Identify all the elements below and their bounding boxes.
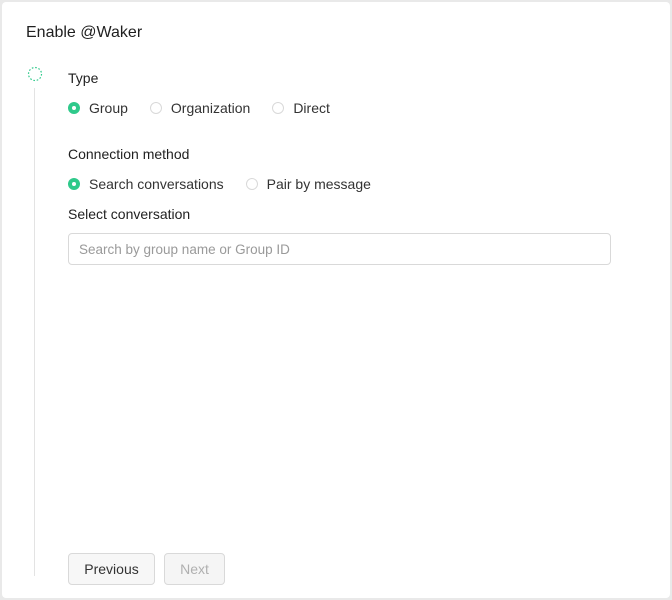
conversation-search-input[interactable]: [68, 233, 611, 265]
previous-button[interactable]: Previous: [68, 553, 155, 585]
dialog-title: Enable @Waker: [26, 24, 143, 41]
type-option-organization-label: Organization: [170, 100, 251, 116]
type-option-group[interactable]: Group: [68, 100, 128, 116]
connection-method-label: Connection method: [68, 146, 190, 162]
loading-spinner-icon: [27, 66, 43, 82]
connection-method-radio-group: Search conversations Pair by message: [68, 174, 612, 194]
type-label: Type: [68, 70, 99, 86]
type-option-direct-label: Direct: [293, 100, 330, 116]
radio-checked-icon: [68, 102, 80, 114]
type-option-group-label: Group: [89, 100, 128, 116]
type-option-direct[interactable]: Direct: [272, 100, 330, 116]
radio-unchecked-icon: [272, 102, 285, 114]
connection-option-pair-label: Pair by message: [266, 176, 371, 192]
search-field-wrapper: [68, 233, 612, 265]
type-option-organization[interactable]: Organization: [149, 100, 251, 116]
radio-checked-icon: [68, 178, 80, 190]
connection-option-search[interactable]: Search conversations: [68, 176, 224, 192]
connection-option-search-label: Search conversations: [89, 176, 224, 192]
enable-waker-dialog: Enable @Waker Type Group Organization Di…: [2, 2, 670, 598]
select-conversation-label: Select conversation: [68, 206, 191, 222]
dialog-footer: Previous Next: [68, 553, 234, 585]
connection-option-pair[interactable]: Pair by message: [245, 176, 371, 192]
radio-unchecked-icon: [149, 102, 162, 114]
step-connector-line: [34, 88, 35, 576]
radio-unchecked-icon: [245, 178, 258, 190]
step-content: Type Group Organization Direct Connectio…: [68, 68, 612, 265]
type-radio-group: Group Organization Direct: [68, 98, 612, 118]
next-button[interactable]: Next: [164, 553, 225, 585]
